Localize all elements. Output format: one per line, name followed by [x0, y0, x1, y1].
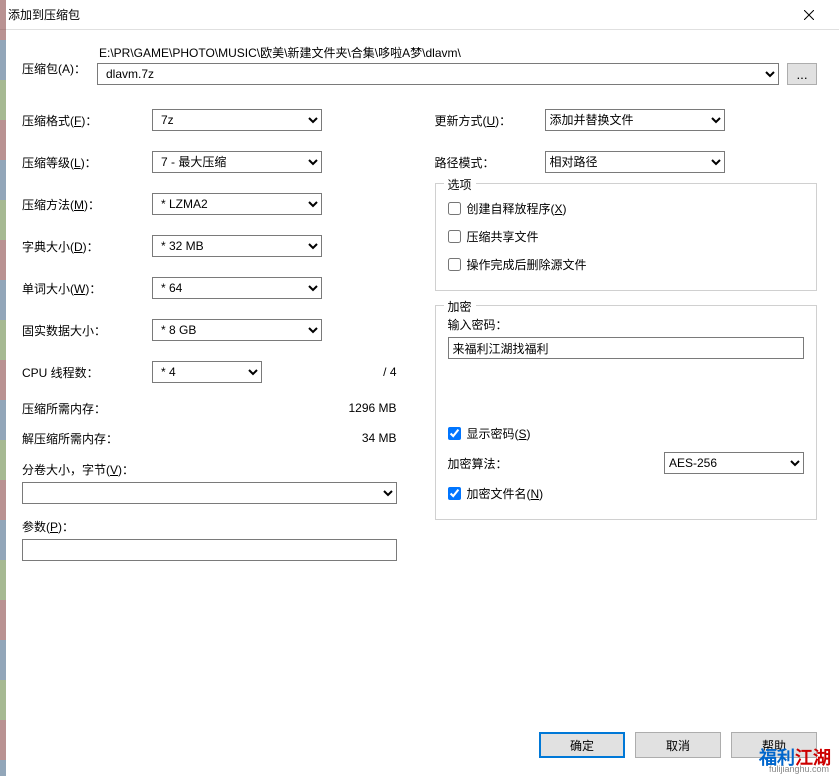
ok-button[interactable]: 确定: [539, 732, 625, 758]
sfx-checkbox[interactable]: [448, 202, 461, 215]
cpu-label: CPU 线程数：: [22, 364, 152, 381]
format-label: 压缩格式(F)：: [22, 112, 152, 129]
params-input[interactable]: [22, 539, 397, 561]
comp-mem-label: 压缩所需内存：: [22, 400, 348, 417]
solid-label: 固实数据大小：: [22, 322, 152, 339]
sfx-label: 创建自释放程序(X): [467, 200, 567, 217]
columns: 压缩格式(F)： 7z 压缩等级(L)： 7 - 最大压缩 压缩方法(M)： *…: [22, 99, 817, 712]
shared-checkbox[interactable]: [448, 230, 461, 243]
pathmode-select[interactable]: 相对路径: [545, 151, 725, 173]
password-label: 输入密码：: [448, 316, 805, 333]
split-select[interactable]: [22, 482, 397, 504]
delete-label: 操作完成后删除源文件: [467, 256, 587, 273]
enc-method-label: 加密算法：: [448, 455, 665, 472]
window-title: 添加到压缩包: [8, 6, 786, 23]
encnames-label: 加密文件名(N): [467, 485, 544, 502]
dict-label: 字典大小(D)：: [22, 238, 152, 255]
word-select[interactable]: * 64: [152, 277, 322, 299]
level-label: 压缩等级(L)：: [22, 154, 152, 171]
close-icon: [804, 10, 814, 20]
word-label: 单词大小(W)：: [22, 280, 152, 297]
close-button[interactable]: [786, 0, 831, 30]
pathmode-label: 路径模式：: [435, 154, 545, 171]
decomp-mem-label: 解压缩所需内存：: [22, 430, 362, 447]
archive-row: 压缩包(A)： E:\PR\GAME\PHOTO\MUSIC\欧美\新建文件夹\…: [22, 44, 817, 85]
dialog-content: 压缩包(A)： E:\PR\GAME\PHOTO\MUSIC\欧美\新建文件夹\…: [0, 30, 839, 722]
encrypt-fieldset: 加密 输入密码： 显示密码(S) 加密算法： AES-256 加密文件名(N): [435, 305, 818, 520]
dialog-window: 添加到压缩包 压缩包(A)： E:\PR\GAME\PHOTO\MUSIC\欧美…: [0, 0, 839, 776]
cpu-total: / 4: [383, 365, 404, 379]
options-legend: 选项: [444, 176, 476, 193]
browse-button[interactable]: ...: [787, 63, 817, 85]
decomp-mem-value: 34 MB: [362, 431, 405, 445]
cpu-select[interactable]: * 4: [152, 361, 262, 383]
showpw-checkbox[interactable]: [448, 427, 461, 440]
enc-method-select[interactable]: AES-256: [664, 452, 804, 474]
showpw-label: 显示密码(S): [467, 425, 531, 442]
split-label: 分卷大小，字节(V)：: [22, 461, 405, 478]
encnames-checkbox[interactable]: [448, 487, 461, 500]
right-column: 更新方式(U)： 添加并替换文件 路径模式： 相对路径 选项 创建自释放程序(X…: [435, 99, 818, 712]
dict-select[interactable]: * 32 MB: [152, 235, 322, 257]
method-label: 压缩方法(M)：: [22, 196, 152, 213]
archive-label: 压缩包(A)：: [22, 44, 97, 77]
method-select[interactable]: * LZMA2: [152, 193, 322, 215]
params-label: 参数(P)：: [22, 518, 405, 535]
update-label: 更新方式(U)：: [435, 112, 545, 129]
comp-mem-value: 1296 MB: [348, 401, 404, 415]
left-column: 压缩格式(F)： 7z 压缩等级(L)： 7 - 最大压缩 压缩方法(M)： *…: [22, 99, 405, 712]
update-select[interactable]: 添加并替换文件: [545, 109, 725, 131]
help-button[interactable]: 帮助: [731, 732, 817, 758]
archive-path: E:\PR\GAME\PHOTO\MUSIC\欧美\新建文件夹\合集\哆啦A梦\…: [97, 44, 817, 61]
archive-right: E:\PR\GAME\PHOTO\MUSIC\欧美\新建文件夹\合集\哆啦A梦\…: [97, 44, 817, 85]
archive-filename-select[interactable]: dlavm.7z: [97, 63, 779, 85]
delete-checkbox[interactable]: [448, 258, 461, 271]
footer: 确定 取消 帮助: [0, 722, 839, 776]
titlebar: 添加到压缩包: [0, 0, 839, 30]
options-fieldset: 选项 创建自释放程序(X) 压缩共享文件 操作完成后删除源文件: [435, 183, 818, 291]
solid-select[interactable]: * 8 GB: [152, 319, 322, 341]
encrypt-legend: 加密: [444, 298, 476, 315]
level-select[interactable]: 7 - 最大压缩: [152, 151, 322, 173]
format-select[interactable]: 7z: [152, 109, 322, 131]
password-input[interactable]: [448, 337, 805, 359]
shared-label: 压缩共享文件: [467, 228, 539, 245]
background-edge: [0, 0, 6, 776]
cancel-button[interactable]: 取消: [635, 732, 721, 758]
